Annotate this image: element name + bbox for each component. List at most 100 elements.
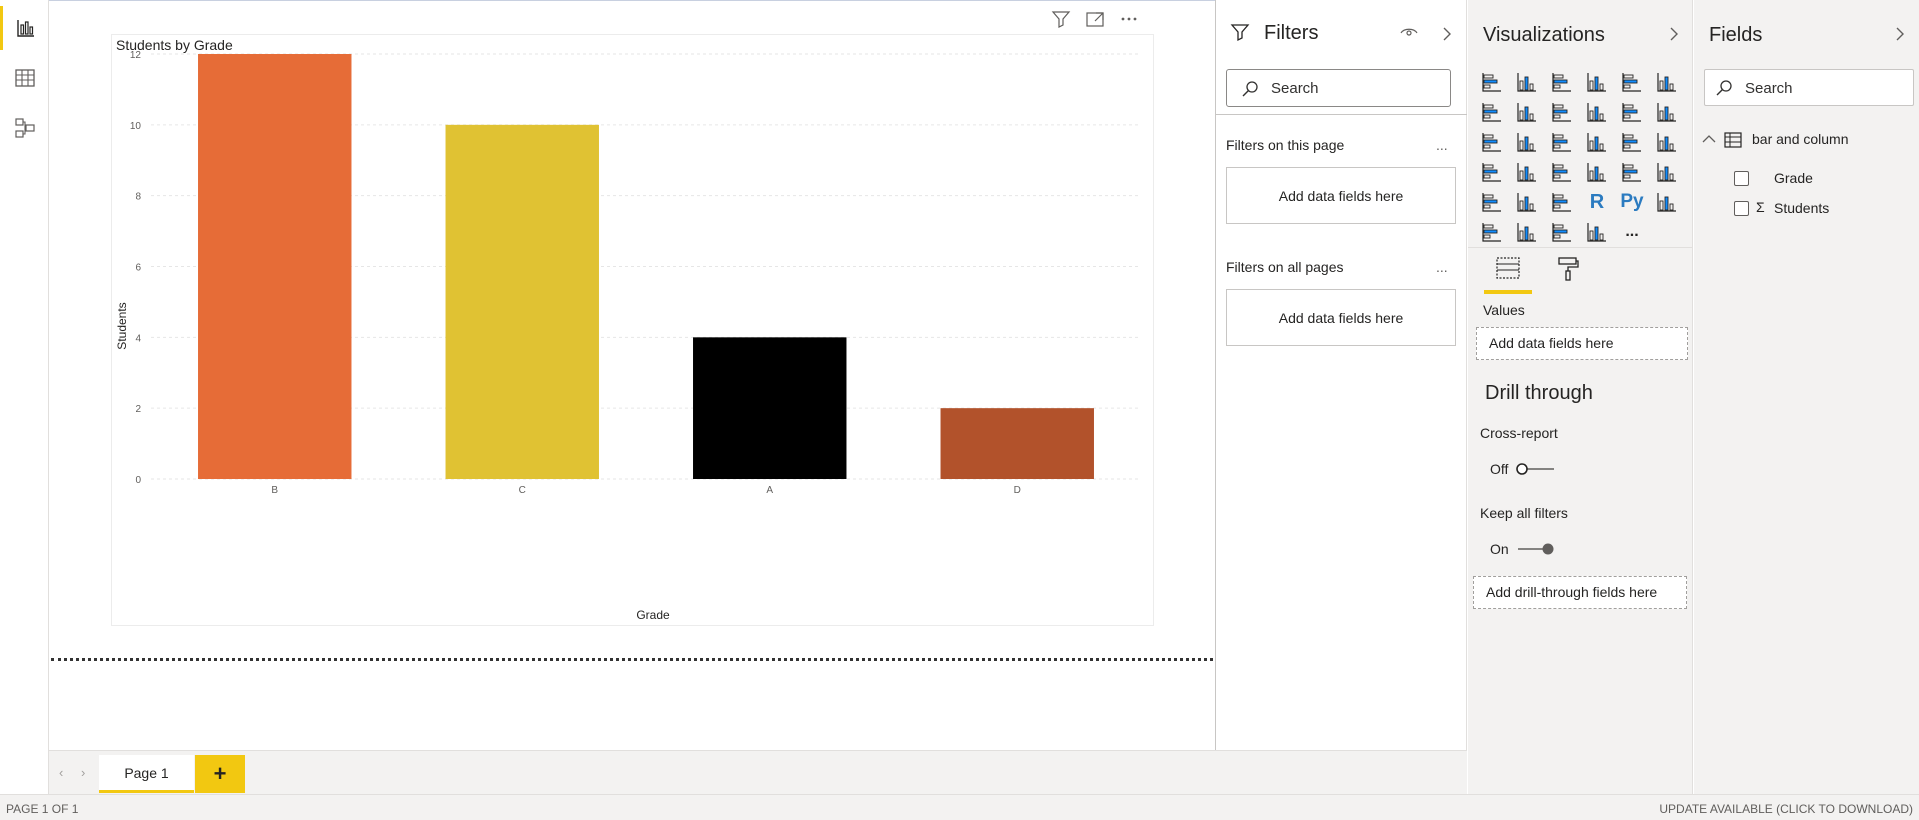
fields-title: Fields [1709,24,1763,46]
cross-report-toggle[interactable] [1516,463,1556,475]
bar-chart-icon [17,20,34,37]
x-tick-label: C [519,485,526,496]
line-chart-icon[interactable] [1478,98,1506,126]
r-visual-icon[interactable]: R [1583,188,1611,216]
search-icon [1242,81,1258,97]
donut-chart-icon[interactable] [1618,128,1646,156]
stacked-area-icon[interactable] [1548,98,1576,126]
page-count-status: PAGE 1 OF 1 [6,802,79,816]
chevron-right-icon[interactable] [1894,26,1906,42]
filters-all-pages-more-icon[interactable]: ... [1436,259,1448,275]
bar-100-icon[interactable] [1618,68,1646,96]
x-tick-label: D [1014,485,1021,496]
kpi-icon[interactable] [1653,158,1681,186]
more-options-button[interactable] [1118,8,1140,30]
next-page-arrow-icon[interactable]: › [81,765,85,780]
power-bi-app: Students by Grade Students Grade 0 2 4 6 8 10… [0,0,1919,820]
x-tick-label: B [271,485,278,496]
line-clustered-column-icon[interactable] [1618,98,1646,126]
funnel-chart-icon[interactable] [1513,128,1541,156]
field-students[interactable]: Σ Students [1734,199,1914,221]
filter-search-input[interactable]: Search [1226,69,1451,107]
field-students-checkbox[interactable] [1734,201,1749,216]
chevron-right-icon[interactable] [1441,26,1453,42]
bar-d[interactable] [940,408,1094,479]
model-view-button[interactable] [0,106,49,150]
treemap-icon[interactable] [1653,128,1681,156]
data-view-button[interactable] [0,56,49,100]
chevron-up-icon[interactable] [1702,134,1716,144]
filters-on-page-drop-zone[interactable]: Add data fields here [1226,167,1456,224]
x-axis-label: Grade [636,608,670,622]
chevron-right-icon[interactable] [1668,26,1680,42]
values-drop-zone[interactable]: Add data fields here [1476,327,1688,360]
paginated-report-icon[interactable] [1583,218,1611,246]
prev-page-arrow-icon[interactable]: ‹ [59,765,63,780]
field-grade[interactable]: Grade [1734,169,1914,191]
update-available-link[interactable]: UPDATE AVAILABLE (CLICK TO DOWNLOAD) [1659,802,1913,816]
visual-filter-button[interactable] [1050,8,1072,30]
paint-roller-icon [1558,257,1579,281]
filters-all-pages-drop-zone[interactable]: Add data fields here [1226,289,1456,346]
key-influencers-icon[interactable] [1653,188,1681,216]
y-tick-label: 10 [130,121,142,132]
visualizations-pane: Visualizations R Py... Values Add data fi… [1468,0,1693,794]
scatter-chart-icon[interactable] [1548,128,1576,156]
field-students-label: Students [1774,200,1830,216]
drill-through-drop-zone[interactable]: Add drill-through fields here [1473,576,1687,609]
clustered-bar-icon[interactable] [1548,68,1576,96]
cross-report-state: Off [1490,461,1509,477]
filters-all-pages-label: Filters on all pages [1226,259,1344,275]
keep-all-filters-toggle[interactable] [1516,543,1556,555]
map-icon[interactable] [1478,158,1506,186]
tab-format[interactable] [1548,256,1588,294]
tab-fields-well[interactable] [1484,256,1532,294]
column-100-icon[interactable] [1653,68,1681,96]
field-grade-checkbox[interactable] [1734,171,1749,186]
card-icon[interactable] [1583,158,1611,186]
filter-search-placeholder: Search [1271,80,1319,97]
gauge-icon[interactable] [1548,158,1576,186]
tab-page-1[interactable]: Page 1 [99,755,194,793]
area-chart-icon[interactable] [1513,98,1541,126]
table-icon[interactable] [1513,188,1541,216]
table-node[interactable]: bar and column [1702,130,1912,152]
report-view-button[interactable] [0,6,49,50]
slicer-icon[interactable] [1478,188,1506,216]
filters-title: Filters [1264,22,1319,44]
matrix-icon[interactable] [1548,188,1576,216]
more-visuals-icon[interactable]: ... [1618,218,1646,246]
filters-on-page-more-icon[interactable]: ... [1436,137,1448,153]
qa-icon[interactable] [1513,218,1541,246]
bar-c[interactable] [445,124,599,479]
keep-all-filters-state: On [1490,541,1509,557]
page-boundary [51,658,1213,661]
y-tick-label: 12 [130,50,142,61]
stacked-bar-icon[interactable] [1478,68,1506,96]
x-tick-label: A [766,485,773,496]
add-page-button[interactable]: + [195,755,245,793]
eye-icon[interactable] [1400,26,1418,40]
visual-header [1050,8,1140,30]
pie-chart-icon[interactable] [1583,128,1611,156]
bar-a[interactable] [693,337,847,479]
ribbon-chart-icon[interactable] [1653,98,1681,126]
line-column-icon[interactable] [1583,98,1611,126]
smart-narrative-icon[interactable] [1548,218,1576,246]
multi-row-card-icon[interactable] [1618,158,1646,186]
y-axis-ticks: 0 2 4 6 8 10 12 [130,50,142,486]
table-icon [1724,132,1742,148]
status-bar: PAGE 1 OF 1 UPDATE AVAILABLE (CLICK TO D… [0,794,1919,820]
bar-b[interactable] [198,54,352,479]
stacked-column-icon[interactable] [1513,68,1541,96]
python-visual-icon[interactable]: Py [1618,188,1646,216]
fields-search-input[interactable]: Search [1704,69,1914,106]
decomposition-tree-icon[interactable] [1478,218,1506,246]
focus-mode-button[interactable] [1084,8,1106,30]
clustered-column-icon[interactable] [1583,68,1611,96]
drill-through-title: Drill through [1485,382,1593,404]
left-nav-rail [0,0,49,800]
waterfall-chart-icon[interactable] [1478,128,1506,156]
filled-map-icon[interactable] [1513,158,1541,186]
filter-icon [1230,24,1250,42]
